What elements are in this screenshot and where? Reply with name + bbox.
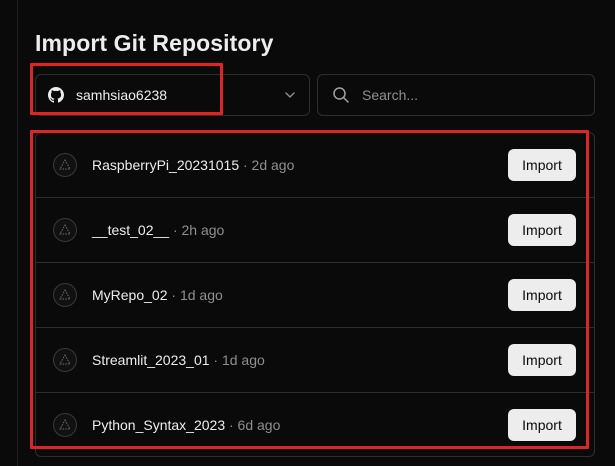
highlight-box-account — [30, 63, 223, 115]
chevron-down-icon — [283, 88, 297, 102]
highlight-box-repo-list — [30, 130, 589, 449]
search-box[interactable] — [317, 74, 595, 116]
page-title: Import Git Repository — [35, 30, 274, 56]
search-input[interactable] — [362, 87, 562, 103]
search-icon — [332, 86, 350, 104]
